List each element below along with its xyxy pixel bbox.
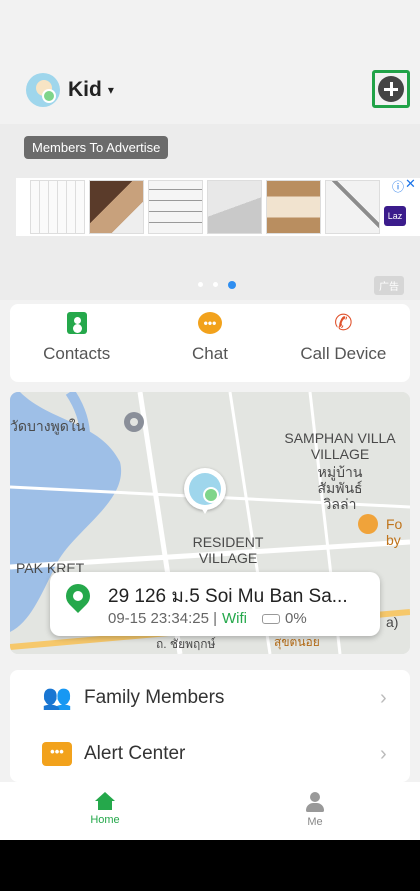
map-label: สุขตนอย [274, 635, 320, 649]
top-header: Kid ▾ [0, 0, 420, 124]
lazada-logo: Laz [384, 206, 406, 226]
ad-label-badge: 广告 [374, 276, 404, 295]
map-label: by [386, 532, 401, 548]
ad-members-tag[interactable]: Members To Advertise [24, 136, 169, 159]
map-label: หมู่บ้าน สัมพันธ์ วิลล่า [317, 464, 363, 512]
battery-level: 0% [284, 610, 307, 627]
ad-product-thumb[interactable] [30, 180, 85, 234]
ad-product-thumb[interactable] [325, 180, 380, 234]
ad-product-thumb[interactable] [207, 180, 262, 234]
ad-product-strip[interactable] [16, 178, 420, 236]
system-navigation-bar [0, 840, 420, 891]
call-device-button[interactable]: ✆ Call Device [277, 304, 410, 382]
location-timestamp: 09-15 23:34:25 | [108, 610, 217, 627]
plus-circle-icon [378, 76, 404, 102]
contacts-icon [66, 312, 87, 334]
contacts-button[interactable]: Contacts [10, 304, 143, 382]
ad-info-icon[interactable]: ⓘ [392, 178, 404, 195]
location-meta: 09-15 23:34:25 | Wifi 0% [108, 610, 307, 627]
home-icon [95, 792, 115, 810]
kid-selector[interactable]: Kid ▾ [26, 73, 114, 107]
carousel-dot [198, 282, 203, 287]
alert-message-icon: ••• [42, 742, 72, 766]
alert-center-item[interactable]: ••• Alert Center › [10, 726, 410, 782]
map-label: วัดบางพูดใน [10, 418, 86, 434]
map-label: ถ. ชัยพฤกษ์ [156, 637, 216, 651]
map-label: SAMPHAN VILLA VILLAGE [284, 430, 396, 462]
tab-home-label: Home [90, 814, 120, 826]
phone-call-icon: ✆ [334, 310, 353, 335]
ad-product-thumb[interactable] [148, 180, 203, 234]
tab-home[interactable]: Home [0, 782, 210, 840]
network-type: Wifi [221, 610, 247, 627]
chevron-right-icon: › [380, 686, 387, 709]
chevron-right-icon: › [380, 742, 387, 765]
chat-label: Chat [192, 344, 228, 363]
carousel-indicator [198, 281, 236, 289]
map-label: Fo [386, 516, 403, 532]
location-pin-icon [61, 579, 95, 613]
tab-me-label: Me [307, 816, 323, 828]
marker-tail [200, 506, 210, 514]
carousel-dot [213, 282, 218, 287]
avatar-locator-icon [42, 89, 56, 103]
carousel-dot-active [228, 281, 236, 289]
map-label: a) [386, 614, 399, 630]
family-members-label: Family Members [84, 687, 225, 708]
ad-product-thumb[interactable] [89, 180, 144, 234]
chat-bubble-icon: ••• [197, 312, 222, 334]
kid-location-marker[interactable] [184, 468, 226, 514]
call-device-label: Call Device [300, 344, 387, 363]
ad-close-icon[interactable]: ✕ [405, 176, 416, 192]
ad-product-thumb[interactable] [266, 180, 321, 234]
chat-button[interactable]: ••• Chat [143, 304, 276, 382]
family-members-item[interactable]: 👥 Family Members › [10, 670, 410, 726]
contacts-label: Contacts [43, 344, 111, 363]
kid-avatar-icon [189, 473, 221, 505]
menu-card: 👥 Family Members › ••• Alert Center › [10, 670, 410, 782]
alert-center-label: Alert Center [84, 743, 186, 764]
quick-actions-card: Contacts ••• Chat ✆ Call Device [10, 304, 410, 382]
family-members-icon: 👥 [42, 684, 72, 711]
bottom-tab-bar: Home Me [0, 782, 420, 840]
location-address: 29 126 ม.5 Soi Mu Ban Sa... [108, 586, 348, 607]
chevron-down-icon: ▾ [107, 83, 114, 97]
person-icon [305, 792, 325, 812]
battery-icon [261, 613, 280, 624]
tab-me[interactable]: Me [210, 782, 420, 840]
location-popup[interactable]: 29 126 ม.5 Soi Mu Ban Sa... 09-15 23:34:… [50, 572, 380, 636]
map-label: RESIDENT VILLAGE [192, 534, 264, 566]
kid-avatar [26, 73, 60, 107]
add-device-button[interactable] [372, 70, 410, 108]
kid-name: Kid [68, 78, 102, 101]
